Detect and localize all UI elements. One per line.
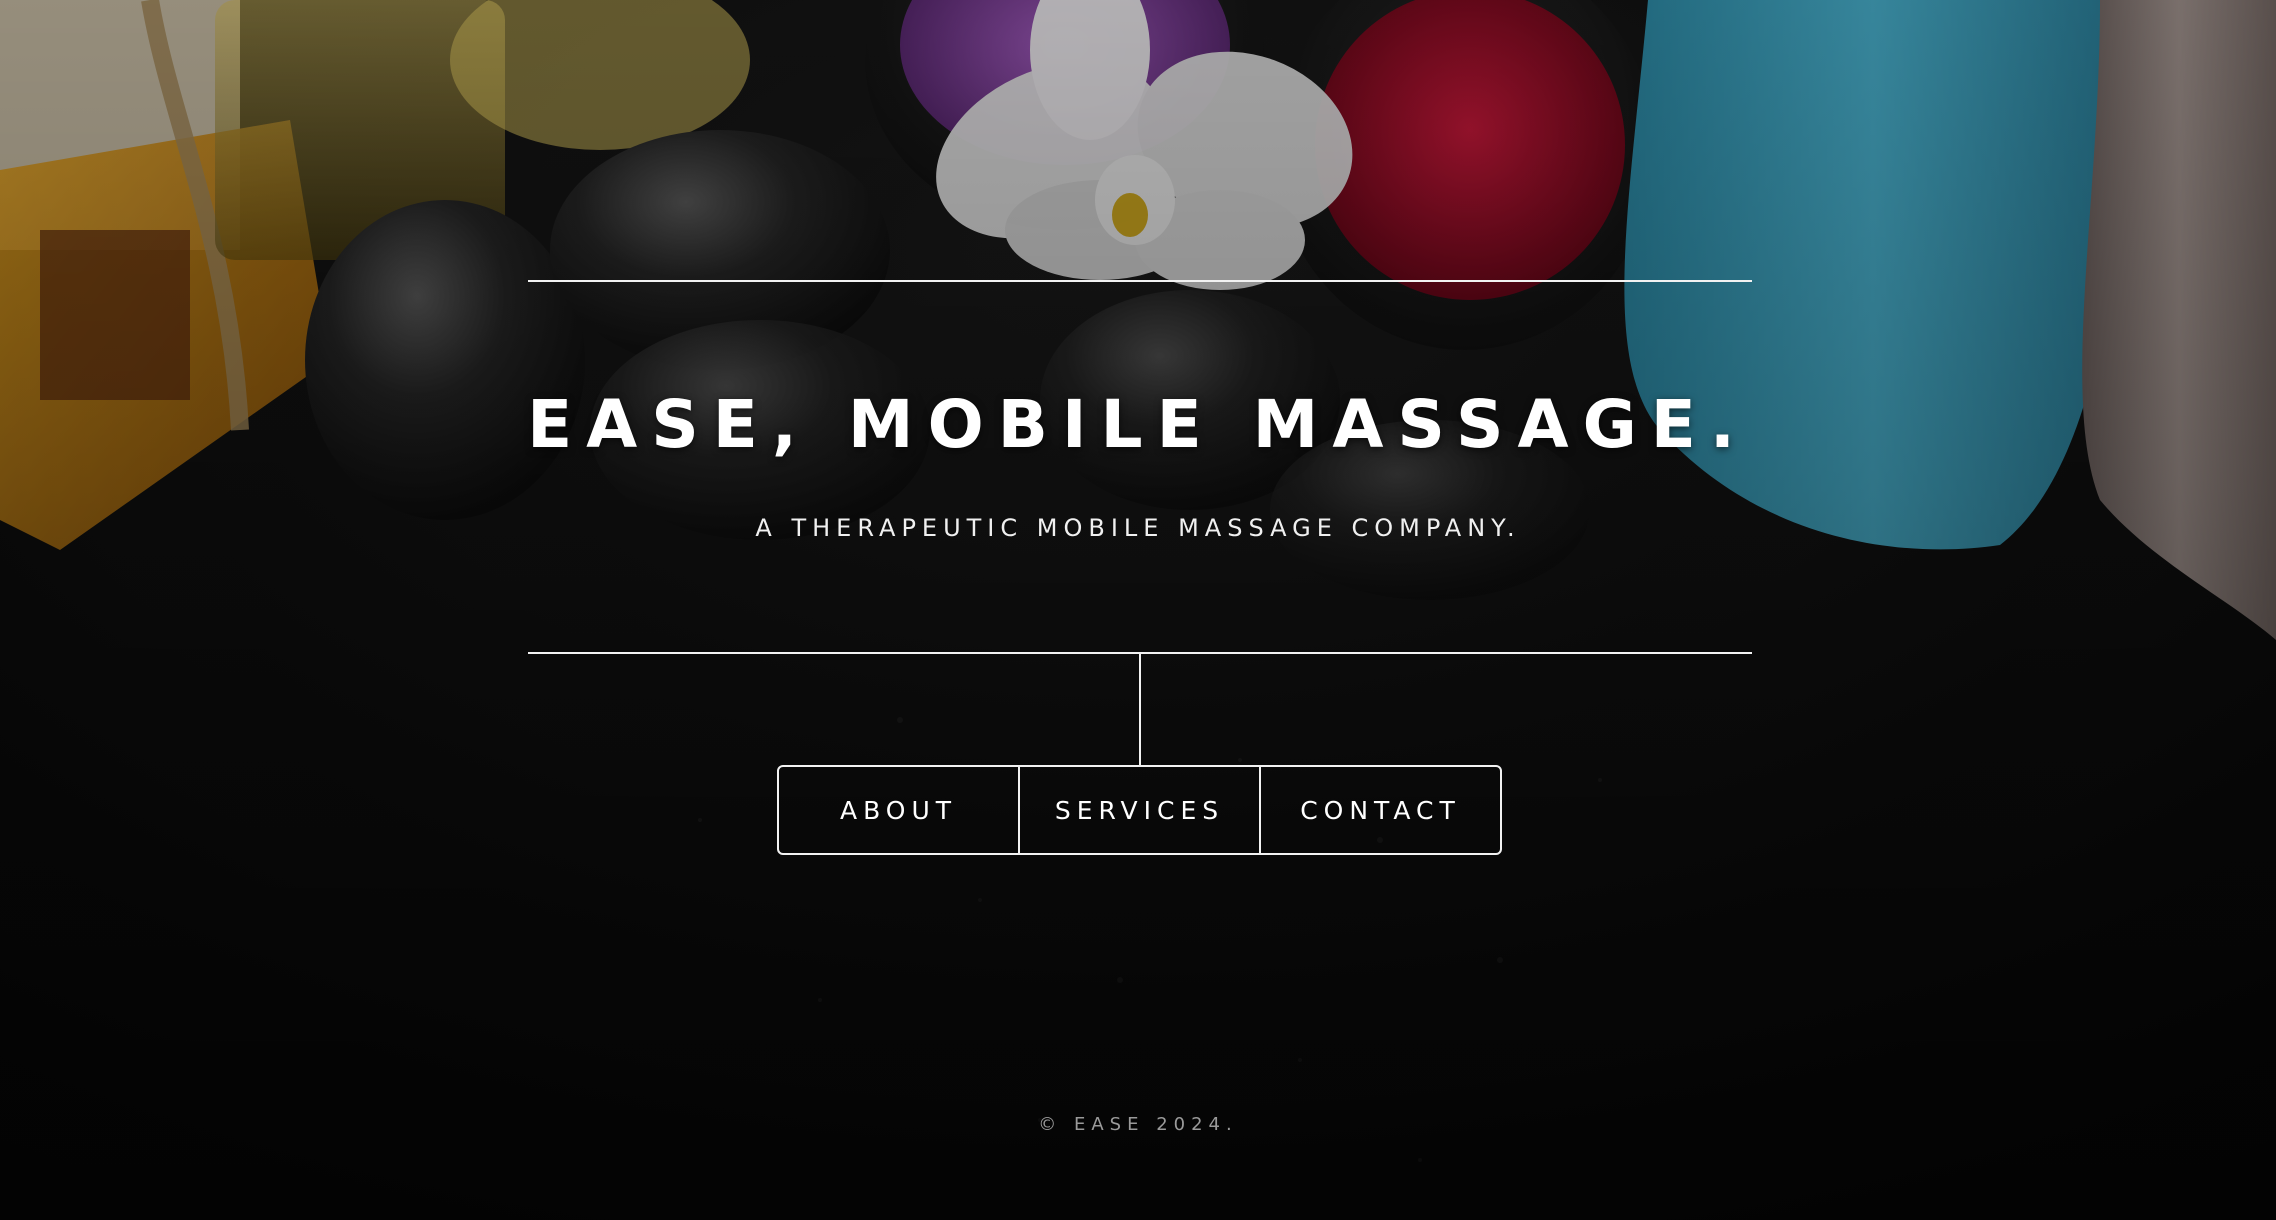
- hero-title: EASE, MOBILE MASSAGE.: [527, 386, 1749, 463]
- nav-connector-line: [1139, 653, 1141, 766]
- footer-copyright: © EASE 2024.: [1038, 1114, 1238, 1135]
- hero: EASE, MOBILE MASSAGE. A THERAPEUTIC MOBI…: [0, 0, 2276, 1220]
- nav-contact-button[interactable]: CONTACT: [1259, 767, 1500, 853]
- nav-about-button[interactable]: ABOUT: [779, 767, 1018, 853]
- top-divider: [528, 280, 1752, 282]
- main-nav: ABOUT SERVICES CONTACT: [777, 765, 1502, 855]
- hero-subtitle: A THERAPEUTIC MOBILE MASSAGE COMPANY.: [755, 514, 1521, 542]
- nav-services-button[interactable]: SERVICES: [1018, 767, 1259, 853]
- page: EASE, MOBILE MASSAGE. A THERAPEUTIC MOBI…: [0, 0, 2276, 1220]
